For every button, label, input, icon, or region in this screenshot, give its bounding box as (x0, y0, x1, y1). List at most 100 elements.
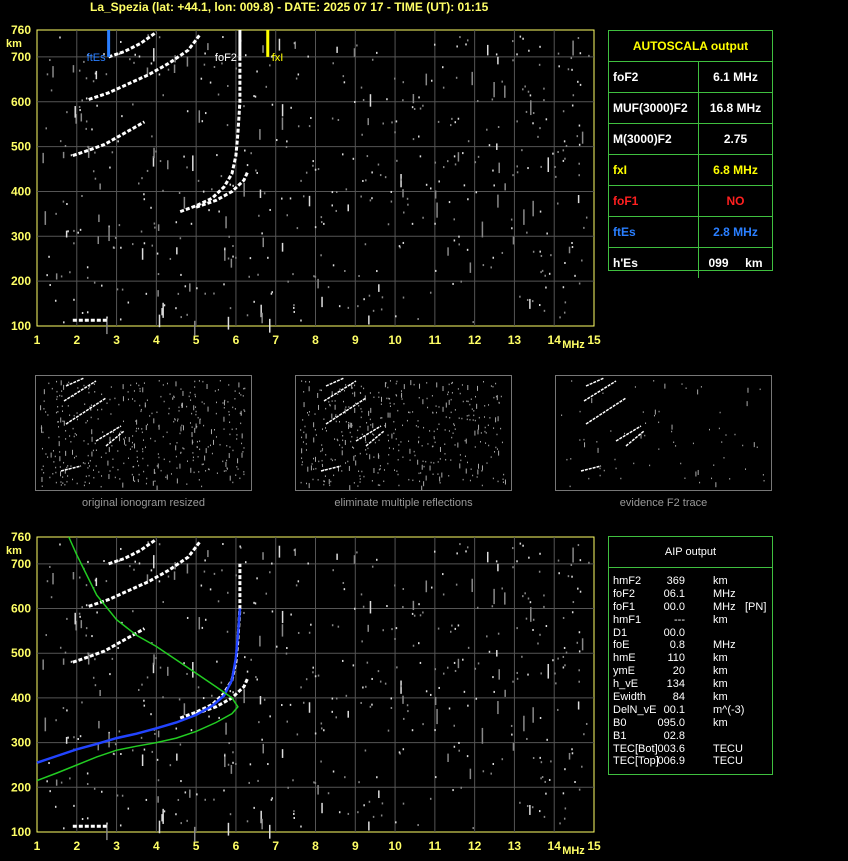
noise-speck (564, 664, 566, 667)
aip-cell-c: km (713, 665, 728, 678)
thumb-speck (194, 395, 196, 398)
noise-speck (49, 59, 51, 62)
thumb-speck (123, 462, 125, 465)
y-tick-label: 300 (11, 229, 31, 243)
noise-speck (79, 228, 82, 231)
thumb-speck (60, 484, 62, 486)
thumb-speck (495, 446, 497, 449)
noise-speck (402, 748, 405, 751)
noise-speck (429, 187, 432, 190)
thumb-speck (331, 459, 333, 462)
thumb-speck (342, 435, 344, 437)
thumb-speck (194, 393, 196, 396)
thumb-speck (62, 476, 64, 478)
noise-speck (143, 704, 146, 707)
thumb-speck (88, 474, 90, 477)
thumb-speck (305, 380, 307, 383)
noise-speck (366, 155, 369, 158)
noise-speck (347, 204, 349, 212)
thumb-speck (465, 438, 467, 444)
thumb-speck (156, 465, 158, 467)
noise-speck (46, 580, 49, 583)
noise-speck (81, 99, 83, 102)
noise-speck (78, 69, 81, 72)
noise-speck (320, 221, 323, 224)
noise-speck (540, 777, 542, 780)
noise-speck (550, 254, 552, 257)
thumb-speck (153, 418, 155, 424)
thumb-speck (474, 446, 476, 448)
noise-speck (497, 126, 500, 129)
y-tick-label: 700 (11, 557, 31, 571)
thumb-speck (207, 406, 209, 412)
thumb-speck (365, 449, 367, 451)
thumb-speck (110, 386, 112, 388)
thumb-speck (234, 390, 236, 392)
noise-speck (253, 601, 255, 604)
noise-speck (519, 35, 522, 38)
thumb-speck (495, 382, 497, 385)
thumb-speck (135, 420, 137, 422)
noise-speck (402, 802, 405, 805)
thumb-speck (387, 412, 389, 418)
noise-speck (59, 646, 62, 649)
noise-speck (66, 203, 68, 206)
thumb-speck (178, 410, 180, 412)
noise-speck (430, 79, 433, 82)
thumb-speck (393, 432, 395, 435)
noise-speck (157, 290, 159, 297)
noise-speck (458, 243, 460, 246)
noise-speck (243, 105, 245, 108)
thumb-speck (569, 485, 571, 488)
thumb-speck (321, 449, 323, 452)
ionogram-bottom-chart: 1 2 3 4 5 6 7 8 9 10 11 12 13 14 157607006005004003002… (6, 530, 601, 857)
thumb-speck (130, 384, 132, 386)
noise-speck (402, 605, 404, 608)
thumb-speck (41, 468, 43, 471)
thumb-speck (73, 414, 75, 417)
noise-speck (341, 659, 344, 662)
noise-speck (275, 139, 278, 142)
noise-speck (396, 159, 398, 162)
thumb-speck (136, 456, 138, 459)
x-tick-label: 4 (153, 839, 160, 853)
thumb-speck (192, 456, 194, 459)
noise-speck (466, 39, 469, 42)
noise-speck (314, 781, 317, 784)
aip-cell-a: D1 (613, 626, 628, 639)
noise-speck (332, 569, 334, 572)
thumb-speck (166, 431, 168, 434)
noise-speck (429, 291, 432, 294)
noise-speck (121, 794, 124, 797)
noise-speck (522, 37, 524, 40)
thumb-speck (485, 432, 487, 434)
noise-speck (356, 551, 358, 554)
noise-speck (394, 584, 396, 587)
thumb-speck (437, 461, 439, 463)
thumb-speck (128, 437, 130, 443)
thumb-speck (301, 457, 303, 459)
thumb-speck (426, 382, 428, 384)
noise-speck (453, 218, 455, 221)
thumb-speck (112, 466, 114, 469)
thumb-speck (504, 479, 506, 485)
noise-speck (482, 264, 485, 267)
thumb-speck (65, 450, 67, 456)
thumb-speck (158, 380, 160, 382)
noise-speck (127, 301, 130, 304)
thumb-speck (379, 484, 381, 486)
noise-speck (246, 164, 249, 167)
thumb-speck (232, 481, 234, 484)
thumb-speck (138, 464, 140, 467)
noise-speck (564, 807, 567, 810)
thumb-speck (420, 472, 422, 474)
noise-speck (137, 182, 140, 185)
noise-speck (457, 117, 460, 120)
thumb-speck (644, 434, 646, 437)
thumb-speck (40, 425, 42, 427)
noise-speck (85, 584, 88, 587)
thumb-speck (238, 382, 240, 388)
noise-speck (390, 706, 393, 709)
noise-speck (402, 99, 404, 102)
thumb-speck (500, 395, 502, 398)
